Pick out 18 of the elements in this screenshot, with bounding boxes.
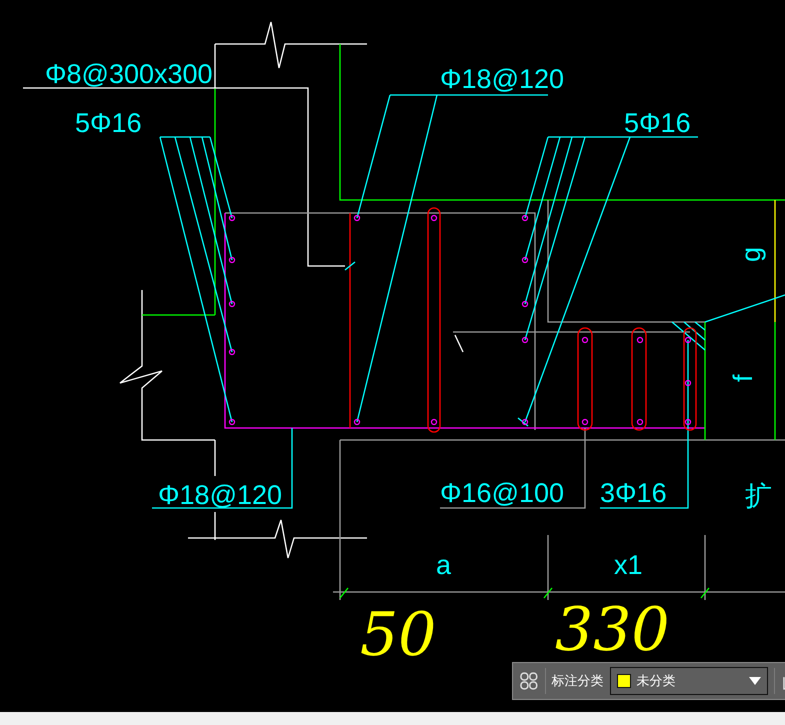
side-text: 扩 <box>745 481 772 511</box>
dimension-label: a <box>436 550 452 580</box>
category-dropdown[interactable]: 未分类 <box>610 667 768 695</box>
rebar-label: 5Φ16 <box>624 108 691 138</box>
dimension-label: x1 <box>614 550 643 580</box>
rebar-label: 5Φ16 <box>75 108 142 138</box>
rebar-label: 3Φ16 <box>600 478 667 508</box>
dimension-label: g <box>736 246 766 262</box>
rebar-label: Φ8@300x300 <box>45 59 213 89</box>
caret-icon <box>749 677 762 685</box>
rebar-label: Φ16@100 <box>440 478 564 508</box>
handwritten-note: 50 <box>360 600 436 670</box>
handwritten-note: 330 <box>555 595 670 665</box>
rebar-label: Φ18@120 <box>158 480 282 510</box>
dimension-label: f <box>728 374 758 382</box>
rebar-label: Φ18@120 <box>440 64 564 94</box>
grid-icon[interactable] <box>519 671 539 691</box>
annotation-category-label: 标注分类 <box>552 673 604 690</box>
